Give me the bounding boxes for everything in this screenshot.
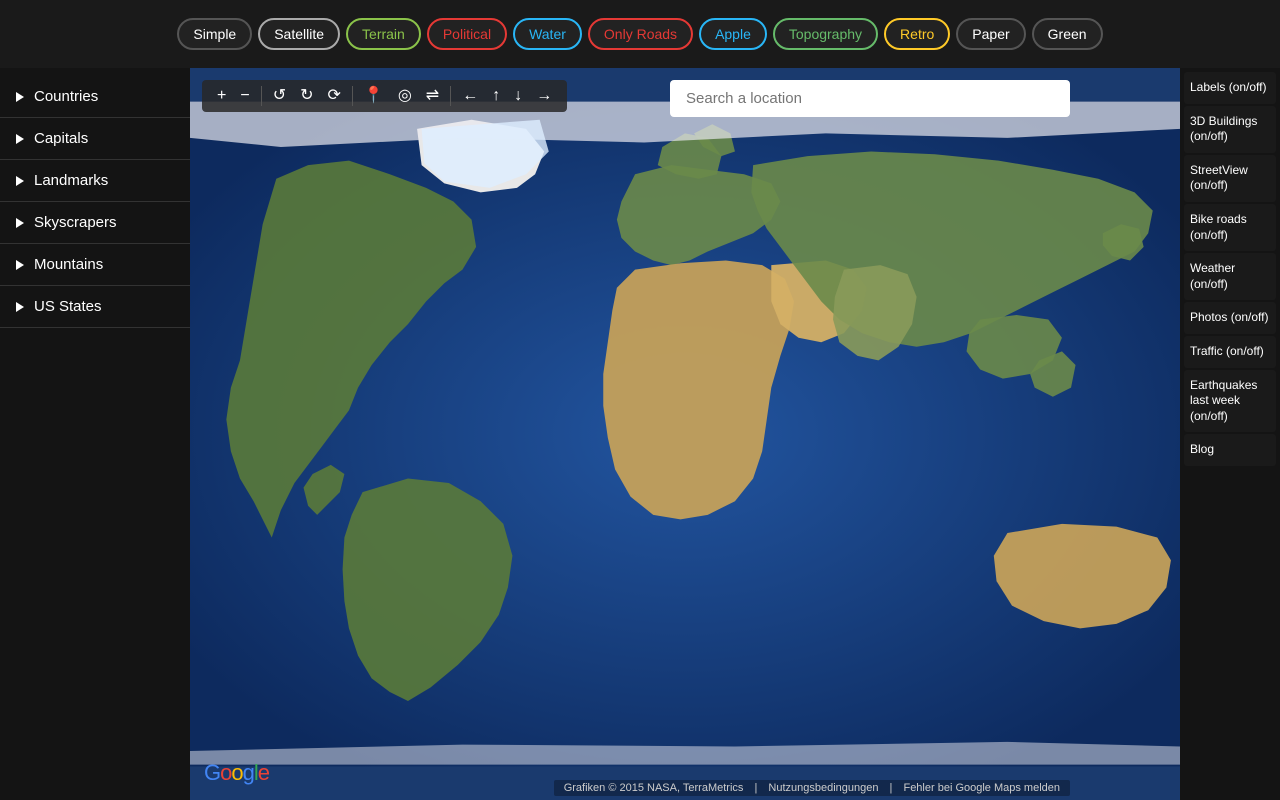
map-style-btn-simple[interactable]: Simple	[177, 18, 252, 50]
map-background	[190, 68, 1180, 800]
footer-separator-2: |	[890, 782, 896, 794]
right-panel-btn-bike-roads-on-off-[interactable]: Bike roads (on/off)	[1184, 204, 1276, 251]
right-panel-btn-photos-on-off-[interactable]: Photos (on/off)	[1184, 302, 1276, 334]
pan-down-button[interactable]: ↓	[509, 86, 527, 106]
undo-button[interactable]: ↺	[268, 86, 291, 106]
world-map-svg	[190, 68, 1180, 800]
sidebar-item-label: Capitals	[34, 130, 88, 147]
right-panel-btn-3d-buildings-on-off-[interactable]: 3D Buildings (on/off)	[1184, 106, 1276, 153]
map-style-btn-water[interactable]: Water	[513, 18, 582, 50]
sidebar-item-countries[interactable]: Countries	[0, 76, 190, 118]
locate-button[interactable]: ◎	[393, 86, 417, 106]
redo-button[interactable]: ↻	[295, 86, 318, 106]
sidebar-item-label: Countries	[34, 88, 98, 105]
pan-right-button[interactable]: →	[531, 86, 557, 106]
zoom-in-button[interactable]: +	[212, 86, 231, 106]
reset-button[interactable]: ⟳	[323, 86, 346, 106]
map-style-btn-political[interactable]: Political	[427, 18, 507, 50]
sidebar-item-mountains[interactable]: Mountains	[0, 244, 190, 286]
map-area[interactable]: + − ↺ ↻ ⟳ 📍 ◎ ⇌ ← ↑ ↓ → Google Grafiken …	[190, 68, 1180, 800]
search-input[interactable]	[670, 80, 1070, 117]
search-bar	[670, 80, 1070, 117]
map-style-btn-satellite[interactable]: Satellite	[258, 18, 340, 50]
main-area: Countries Capitals Landmarks Skyscrapers Mou…	[0, 68, 1280, 800]
sidebar-item-capitals[interactable]: Capitals	[0, 118, 190, 160]
map-style-btn-only-roads[interactable]: Only Roads	[588, 18, 693, 50]
sidebar-arrow-icon	[16, 302, 24, 312]
left-sidebar: Countries Capitals Landmarks Skyscrapers Mou…	[0, 68, 190, 800]
zoom-out-button[interactable]: −	[235, 86, 254, 106]
sidebar-arrow-icon	[16, 260, 24, 270]
map-style-btn-topography[interactable]: Topography	[773, 18, 878, 50]
right-panel-btn-streetview-on-off-[interactable]: StreetView (on/off)	[1184, 155, 1276, 202]
marker-button[interactable]: 📍	[359, 86, 389, 106]
control-separator	[261, 86, 262, 106]
control-separator-3	[450, 86, 451, 106]
right-panel-btn-traffic-on-off-[interactable]: Traffic (on/off)	[1184, 336, 1276, 368]
pan-up-button[interactable]: ↑	[487, 86, 505, 106]
sidebar-item-label: Skyscrapers	[34, 214, 117, 231]
footer-separator: |	[754, 782, 760, 794]
pan-left-button[interactable]: ←	[457, 86, 483, 106]
map-style-btn-retro[interactable]: Retro	[884, 18, 950, 50]
top-bar: SimpleSatelliteTerrainPoliticalWaterOnly…	[0, 0, 1280, 68]
control-separator-2	[352, 86, 353, 106]
sidebar-item-landmarks[interactable]: Landmarks	[0, 160, 190, 202]
random-button[interactable]: ⇌	[421, 86, 444, 106]
map-style-btn-paper[interactable]: Paper	[956, 18, 1025, 50]
map-controls-bar: + − ↺ ↻ ⟳ 📍 ◎ ⇌ ← ↑ ↓ →	[202, 80, 567, 112]
sidebar-item-us-states[interactable]: US States	[0, 286, 190, 328]
right-panel-btn-weather-on-off-[interactable]: Weather (on/off)	[1184, 253, 1276, 300]
right-panel: Labels (on/off)3D Buildings (on/off)Stre…	[1180, 68, 1280, 800]
sidebar-item-skyscrapers[interactable]: Skyscrapers	[0, 202, 190, 244]
error-report-link[interactable]: Fehler bei Google Maps melden	[903, 782, 1060, 794]
map-footer: Grafiken © 2015 NASA, TerraMetrics | Nut…	[554, 780, 1070, 796]
sidebar-item-label: Mountains	[34, 256, 103, 273]
map-style-btn-green[interactable]: Green	[1032, 18, 1103, 50]
sidebar-item-label: US States	[34, 298, 102, 315]
right-panel-btn-labels-on-off-[interactable]: Labels (on/off)	[1184, 72, 1276, 104]
sidebar-arrow-icon	[16, 218, 24, 228]
map-style-btn-terrain[interactable]: Terrain	[346, 18, 421, 50]
sidebar-arrow-icon	[16, 176, 24, 186]
google-logo: Google	[204, 760, 269, 786]
copyright-text: Grafiken © 2015 NASA, TerraMetrics	[564, 782, 744, 794]
terms-link[interactable]: Nutzungsbedingungen	[768, 782, 878, 794]
sidebar-arrow-icon	[16, 134, 24, 144]
map-style-btn-apple[interactable]: Apple	[699, 18, 767, 50]
sidebar-item-label: Landmarks	[34, 172, 108, 189]
sidebar-arrow-icon	[16, 92, 24, 102]
right-panel-btn-blog[interactable]: Blog	[1184, 434, 1276, 466]
right-panel-btn-earthquakes-last-week-on-off-[interactable]: Earthquakes last week (on/off)	[1184, 370, 1276, 433]
